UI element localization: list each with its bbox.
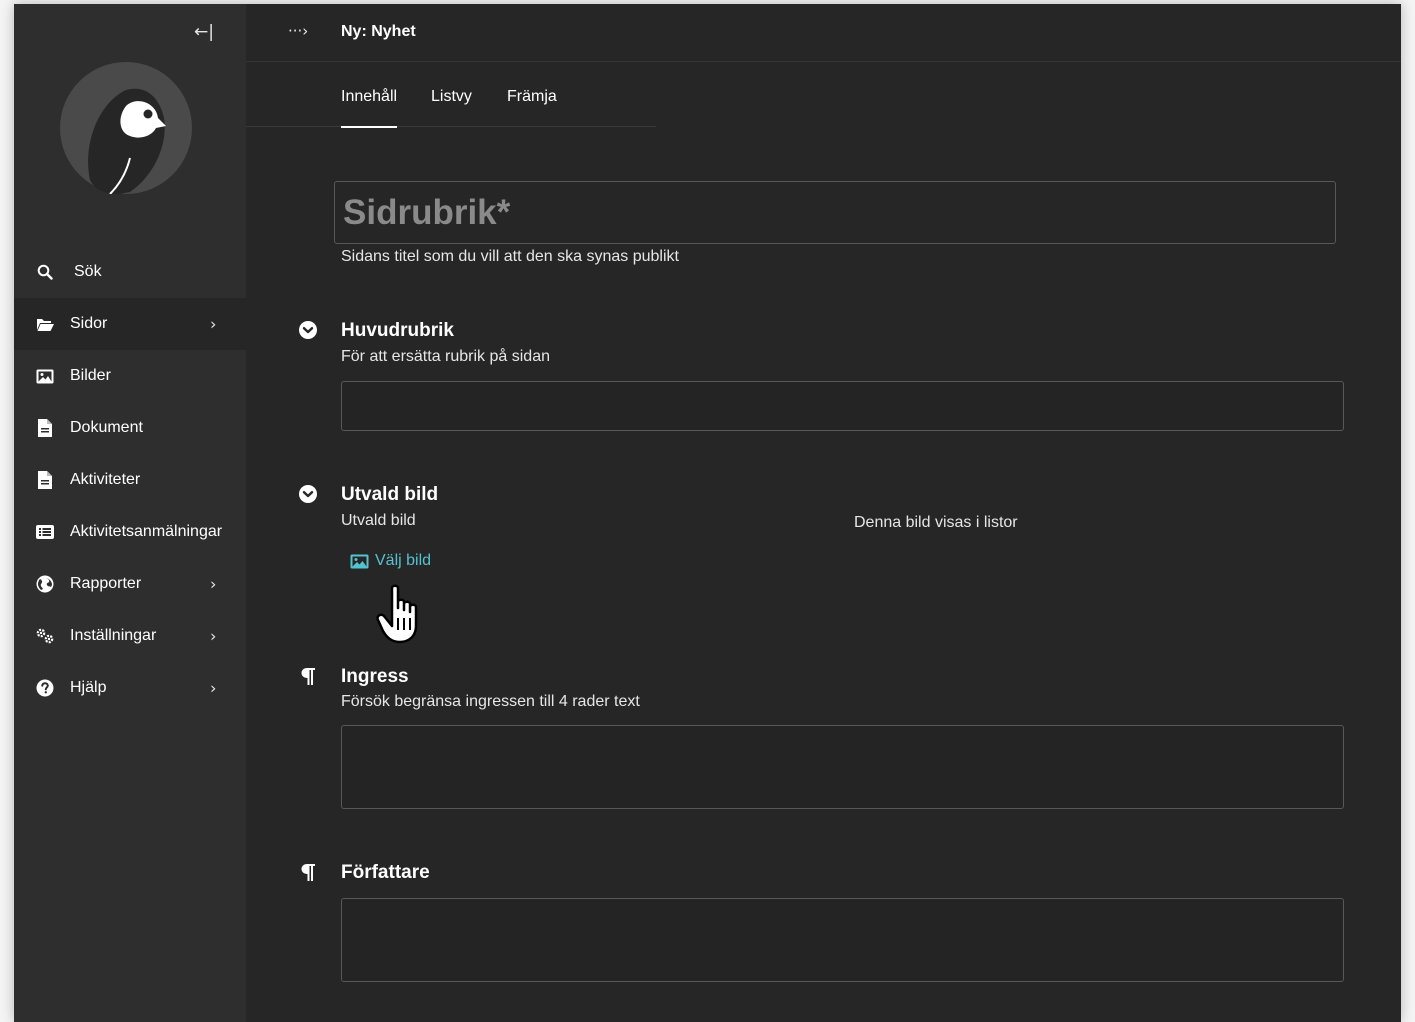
chevron-right-icon: › xyxy=(210,574,217,594)
cogs-icon xyxy=(36,627,54,645)
help-icon xyxy=(36,679,54,697)
headline-section-title: Huvudrubrik xyxy=(341,320,454,341)
sidebar-item-settings[interactable]: Inställningar › xyxy=(14,610,246,662)
sidebar-item-images[interactable]: Bilder xyxy=(14,350,246,402)
search-icon xyxy=(36,263,54,281)
hand-pointer-cursor-icon xyxy=(376,584,418,644)
globe-icon xyxy=(36,575,54,593)
sidebar-item-documents[interactable]: Dokument xyxy=(14,402,246,454)
top-bar: ···› Ny: Nyhet xyxy=(246,4,1401,62)
choose-image-label: Välj bild xyxy=(375,552,432,569)
author-section-title: Författare xyxy=(341,862,430,883)
bird-logo[interactable] xyxy=(60,62,192,195)
chevron-down-circle-icon[interactable] xyxy=(298,484,318,504)
chevron-right-icon: › xyxy=(210,626,217,646)
page-title: Ny: Nyhet xyxy=(341,23,416,40)
sidebar-item-label: Sök xyxy=(74,263,102,280)
tab-list-view[interactable]: Listvy xyxy=(431,88,472,126)
sidebar-item-reports[interactable]: Rapporter › xyxy=(14,558,246,610)
intro-help-text: Försök begränsa ingressen till 4 rader t… xyxy=(341,693,640,710)
image-icon xyxy=(36,367,54,385)
headline-input[interactable] xyxy=(341,381,1344,431)
tab-bar: Innehåll Listvy Främja xyxy=(246,62,656,128)
collapse-sidebar-button[interactable]: ←| xyxy=(194,22,214,42)
chevron-right-icon: › xyxy=(210,314,217,334)
chevron-down-circle-icon[interactable] xyxy=(298,320,318,340)
sidebar-item-registrations[interactable]: Aktivitetsanmälningar xyxy=(14,506,246,558)
sidebar-item-label: Bilder xyxy=(70,367,111,384)
sidebar-item-search[interactable]: Sök xyxy=(14,246,246,298)
intro-textarea[interactable] xyxy=(341,725,1344,809)
breadcrumb-toggle-button[interactable]: ···› xyxy=(288,22,308,40)
sidebar: ←| Sök Sidor › Bilder Dokument Aktivitet… xyxy=(14,4,246,1022)
sidebar-nav: Sök Sidor › Bilder Dokument Aktiviteter … xyxy=(14,246,246,714)
intro-section-title: Ingress xyxy=(341,666,409,687)
sidebar-item-label: Aktiviteter xyxy=(70,471,141,488)
sidebar-item-help[interactable]: Hjälp › xyxy=(14,662,246,714)
sidebar-item-pages[interactable]: Sidor › xyxy=(14,298,246,350)
title-placeholder: Sidrubrik* xyxy=(343,192,511,232)
app-window: ←| Sök Sidor › Bilder Dokument Aktivitet… xyxy=(14,4,1401,1022)
featured-image-label: Utvald bild xyxy=(341,512,416,529)
tab-content[interactable]: Innehåll xyxy=(341,88,398,128)
headline-help-text: För att ersätta rubrik på sidan xyxy=(341,348,550,365)
sidebar-item-label: Hjälp xyxy=(70,679,107,696)
title-help-text: Sidans titel som du vill att den ska syn… xyxy=(341,248,679,265)
sidebar-item-label: Inställningar xyxy=(70,627,157,644)
featured-image-help-text: Denna bild visas i listor xyxy=(854,514,1018,531)
author-textarea[interactable] xyxy=(341,898,1344,982)
document-icon xyxy=(36,419,54,437)
folder-open-icon xyxy=(36,315,54,333)
featured-image-section-title: Utvald bild xyxy=(341,484,439,505)
sidebar-item-label: Aktivitetsanmälningar xyxy=(70,523,223,540)
image-icon xyxy=(350,554,369,568)
sidebar-item-label: Rapporter xyxy=(70,575,142,592)
paragraph-icon xyxy=(298,666,318,686)
document-icon xyxy=(36,471,54,489)
list-icon xyxy=(36,523,54,541)
sidebar-item-label: Sidor xyxy=(70,315,108,332)
sidebar-item-activities[interactable]: Aktiviteter xyxy=(14,454,246,506)
sidebar-item-label: Dokument xyxy=(70,419,143,436)
chevron-right-icon: › xyxy=(210,678,217,698)
paragraph-icon xyxy=(298,862,318,882)
page-title-input[interactable]: Sidrubrik* xyxy=(334,181,1336,244)
main-content: ···› Ny: Nyhet Innehåll Listvy Främja Si… xyxy=(246,4,1401,1022)
tab-promote[interactable]: Främja xyxy=(507,88,557,126)
choose-image-button[interactable]: Välj bild xyxy=(350,552,431,570)
